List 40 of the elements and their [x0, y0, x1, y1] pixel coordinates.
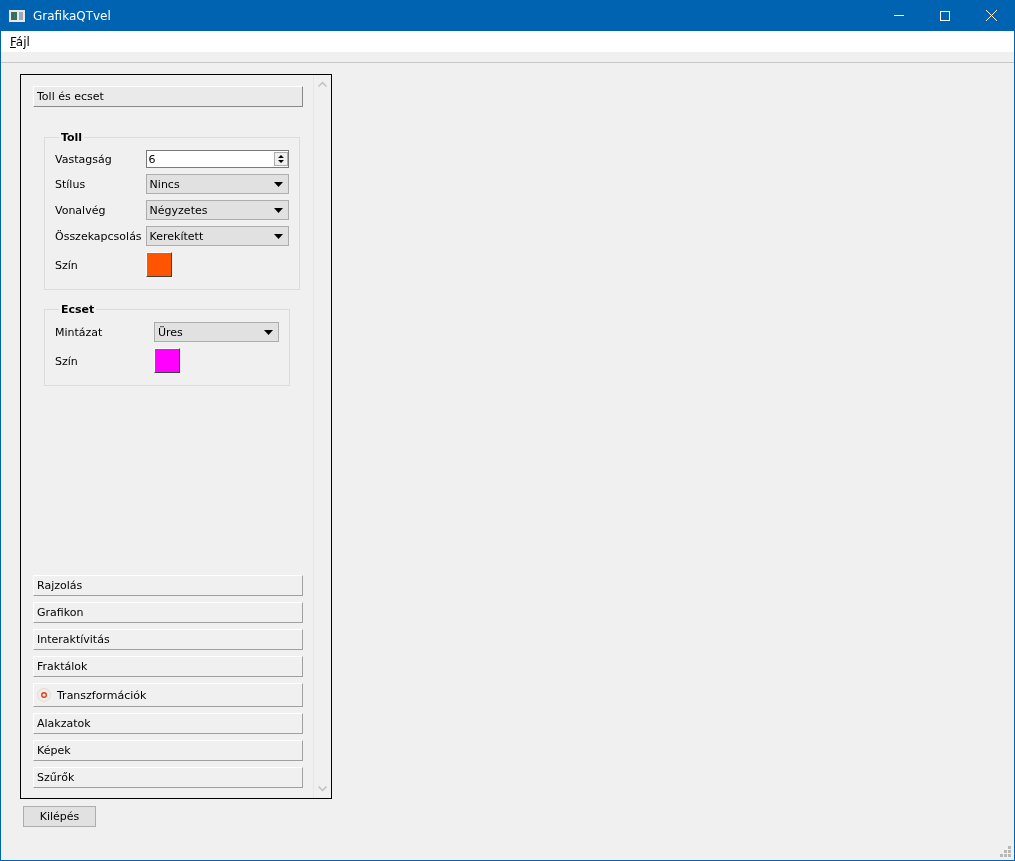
toolbox-page-tab[interactable]: Transzformációk	[33, 683, 303, 707]
spin-box[interactable]: 6	[145, 150, 289, 168]
color-swatch-button[interactable]	[154, 348, 180, 373]
field-label: Mintázat	[55, 325, 104, 339]
field-label: Stílus	[55, 177, 87, 191]
size-grip-icon[interactable]	[1000, 846, 1011, 857]
field-label: Szín	[55, 355, 79, 368]
field-label: Összekapcsolás	[55, 229, 142, 243]
app-icon	[9, 9, 25, 22]
field-label: Szín	[55, 259, 79, 272]
dropdown-arrow-icon	[264, 329, 273, 335]
toolbox-page-tab[interactable]: Grafikon	[33, 602, 303, 623]
toolbox-page-tab[interactable]: Alakzatok	[33, 713, 303, 734]
toolbox-page-tab[interactable]: Interaktívitás	[33, 629, 303, 650]
toolbox-page-tab[interactable]: Szűrők	[33, 767, 303, 788]
window-title: GrafikaQTvel	[33, 8, 112, 23]
spin-arrows-icon	[273, 152, 288, 166]
maximize-icon	[940, 10, 950, 21]
dropdown-arrow-icon	[273, 207, 283, 213]
dropdown[interactable]: Kerekített	[145, 226, 289, 246]
minimize-icon	[894, 15, 904, 16]
color-swatch-button[interactable]	[145, 252, 172, 277]
scroll-up-icon	[318, 81, 327, 87]
menu-item[interactable]: Fájl	[5, 34, 35, 49]
toolbox-page-tab[interactable]: Képek	[33, 740, 303, 761]
toolbox-page-tab[interactable]: Fraktálok	[33, 656, 303, 677]
close-icon	[985, 10, 997, 21]
scroll-down-icon	[318, 786, 327, 792]
group-title: Toll	[60, 131, 84, 144]
field-label: Vonalvég	[55, 203, 107, 217]
dropdown[interactable]: Négyzetes	[145, 200, 289, 220]
toolbox-page-tab[interactable]: Rajzolás	[33, 575, 303, 596]
group-title: Ecset	[60, 303, 96, 316]
dropdown-arrow-icon	[273, 181, 283, 187]
dropdown[interactable]: Üres	[154, 322, 279, 342]
toolbox-page-tab[interactable]: Toll és ecset	[33, 86, 303, 107]
dropdown[interactable]: Nincs	[145, 174, 289, 194]
field-label: Vastagság	[55, 152, 113, 166]
quit-button[interactable]: Kilépés	[23, 806, 96, 827]
dropdown-arrow-icon	[273, 233, 283, 239]
